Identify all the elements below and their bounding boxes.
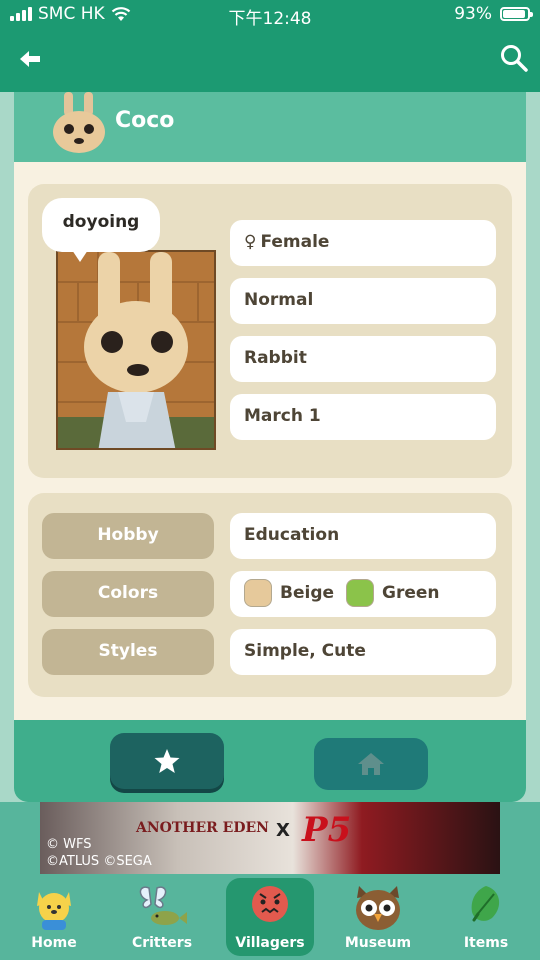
owl-icon	[356, 886, 400, 930]
villager-icon	[252, 886, 288, 922]
villager-content: doyoing ♀ Female Normal Rabbit March 1 Ho…	[14, 162, 526, 720]
tab-label: Critters	[131, 935, 193, 951]
favorite-button[interactable]	[110, 733, 224, 789]
details-panel: Hobby Education Colors Beige Green Style…	[28, 493, 512, 697]
catchphrase: doyoing	[62, 212, 140, 232]
gender-field: ♀ Female	[230, 220, 496, 266]
color-item: Beige	[244, 579, 334, 607]
tab-home[interactable]: Home	[4, 874, 104, 960]
colors-label-text: Colors	[97, 583, 159, 603]
color-name: Green	[382, 583, 440, 603]
ad-banner[interactable]: ANOTHER EDEN X P5 © WFS ©ATLUS ©SEGA	[40, 802, 500, 874]
profile-panel: doyoing ♀ Female Normal Rabbit March 1	[28, 184, 512, 478]
tab-museum[interactable]: Museum	[328, 874, 428, 960]
star-icon	[154, 749, 180, 773]
hobby-label: Hobby	[42, 513, 214, 559]
battery-icon	[500, 7, 533, 21]
tab-critters[interactable]: Critters	[112, 874, 212, 960]
catchphrase-bubble: doyoing	[42, 198, 160, 262]
ad-partner-logo: P5	[302, 810, 352, 850]
tab-label: Villagers	[235, 935, 305, 951]
house-icon	[358, 753, 384, 775]
styles-field: Simple, Cute	[230, 629, 496, 675]
search-icon[interactable]	[498, 42, 530, 74]
isabelle-icon	[37, 892, 71, 930]
birthday-value: March 1	[244, 406, 321, 426]
color-name: Beige	[280, 583, 335, 603]
villager-name: Coco	[115, 108, 175, 133]
hobby-value: Education	[244, 525, 340, 545]
color-swatch	[346, 579, 374, 607]
villager-name-bar: Coco	[14, 92, 526, 162]
ad-copyright-line: ©ATLUS ©SEGA	[46, 854, 152, 869]
styles-value: Simple, Cute	[244, 641, 366, 661]
villager-card: Coco doyoing ♀ Female Normal Rabbit Marc…	[14, 92, 526, 802]
color-swatch	[244, 579, 272, 607]
leaf-icon	[471, 886, 500, 922]
status-bar: SMC HK 下午12:48 93%	[0, 0, 540, 30]
app-header: SMC HK 下午12:48 93%	[0, 0, 540, 92]
resident-button[interactable]	[314, 738, 428, 790]
tab-items[interactable]: Items	[436, 874, 536, 960]
gender-value: Female	[260, 232, 330, 252]
personality-value: Normal	[244, 290, 314, 310]
action-bar	[14, 720, 526, 802]
hobby-field: Education	[230, 513, 496, 559]
villager-photo	[56, 250, 216, 450]
ad-cross: X	[276, 820, 290, 841]
ad-copyright: © WFS ©ATLUS ©SEGA	[46, 836, 152, 870]
tab-villagers[interactable]: Villagers	[226, 878, 314, 956]
birthday-field: March 1	[230, 394, 496, 440]
tab-label: Items	[463, 935, 509, 951]
ad-brand: ANOTHER EDEN	[136, 820, 269, 836]
ad-copyright-line: © WFS	[46, 837, 92, 852]
female-icon: ♀	[244, 232, 257, 252]
colors-field: Beige Green	[230, 571, 496, 617]
tab-label: Home	[31, 935, 77, 951]
bottom-tab-bar: Home Critters Villagers Museum Items	[0, 874, 540, 960]
tab-label: Museum	[344, 935, 412, 951]
species-field: Rabbit	[230, 336, 496, 382]
battery-percent: 93%	[454, 4, 492, 24]
butterfly-fish-icon	[139, 886, 187, 925]
back-arrow-icon[interactable]	[16, 44, 46, 74]
styles-label-text: Styles	[98, 641, 158, 661]
personality-field: Normal	[230, 278, 496, 324]
styles-label: Styles	[42, 629, 214, 675]
villager-avatar-icon	[53, 92, 105, 153]
color-item: Green	[346, 579, 440, 607]
colors-label: Colors	[42, 571, 214, 617]
species-value: Rabbit	[244, 348, 307, 368]
hobby-label-text: Hobby	[97, 525, 159, 545]
